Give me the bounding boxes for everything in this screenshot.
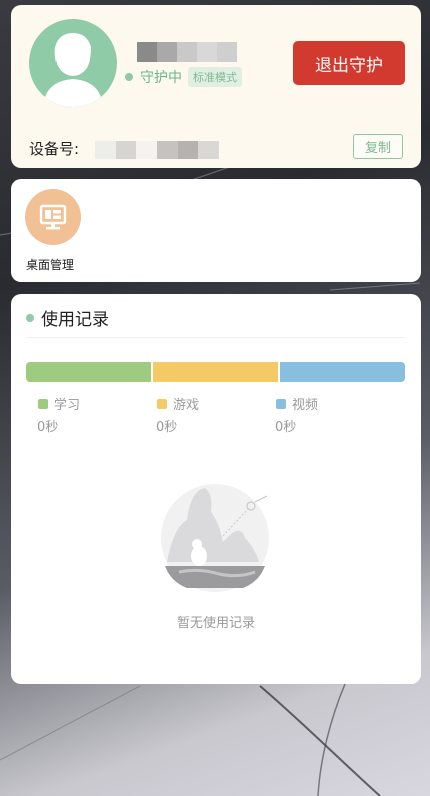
usage-bar [26,362,405,382]
device-id-masked [95,141,220,159]
swatch-study [38,398,48,409]
guard-status: 守护中 标准模式 [125,67,242,87]
legend-study: 学习 0秒 [37,394,81,435]
legend-study-name: 学习 [54,398,81,413]
legend-video-value: 0秒 [275,420,297,435]
status-text: 守护中 [140,70,182,86]
username-masked [137,42,237,62]
exit-guard-button[interactable]: 退出守护 [293,41,405,85]
device-label: 设备号: [29,140,80,158]
title-dot [26,313,34,322]
usage-bar-video [280,362,405,382]
usage-header: 使用记录 [26,305,109,330]
legend-video: 视频 0秒 [275,394,319,435]
usage-title: 使用记录 [41,310,109,330]
swatch-video [276,398,286,409]
mode-badge: 标准模式 [188,67,242,87]
monitor-icon [39,204,67,230]
usage-card: 使用记录 学习 0秒 游戏 0秒 视频 0秒 暂无使用记录 [11,294,421,684]
legend-game-name: 游戏 [173,398,200,413]
copy-button[interactable]: 复制 [353,134,403,159]
desktop-card: 桌面管理 [11,179,421,282]
empty-state-illustration [161,484,269,592]
usage-bar-game [153,362,278,382]
legend-video-name: 视频 [292,398,319,413]
legend-game: 游戏 0秒 [156,394,200,435]
status-dot [125,73,133,81]
legend-study-value: 0秒 [37,420,59,435]
empty-state-text: 暂无使用记录 [176,616,255,631]
swatch-game [157,398,167,409]
usage-bar-study [26,362,151,382]
profile-card: 守护中 标准模式 退出守护 设备号: 复制 [11,5,421,168]
avatar [29,19,117,107]
legend-game-value: 0秒 [156,420,178,435]
desktop-management-button[interactable] [25,189,81,245]
divider [26,337,406,338]
user-silhouette-icon [43,33,103,107]
desktop-management-label[interactable]: 桌面管理 [26,256,74,273]
